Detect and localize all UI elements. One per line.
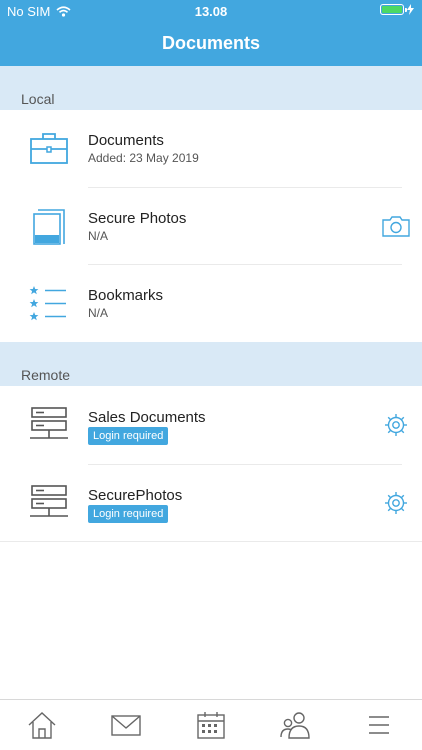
login-required-badge: Login required <box>88 427 169 445</box>
contacts-icon[interactable] <box>280 710 310 740</box>
section-header-local: Local <box>0 66 422 110</box>
list-item-secure-photos[interactable]: Secure Photos N/A <box>0 188 422 265</box>
login-required-badge: Login required <box>88 505 169 523</box>
list-end-divider <box>0 541 422 542</box>
item-name: Documents <box>88 132 164 149</box>
camera-icon[interactable] <box>382 212 410 240</box>
item-name: SecurePhotos <box>88 487 183 504</box>
server-icon <box>30 485 68 517</box>
item-name: Bookmarks <box>88 287 164 304</box>
battery-indicator <box>380 4 414 15</box>
item-subtitle: N/A <box>88 306 109 320</box>
page-title: Documents <box>161 33 260 53</box>
navigation-header: No SIM 13.08 Documents <box>0 0 422 66</box>
section-label: Remote <box>21 367 71 383</box>
list-item-documents[interactable]: Documents Added: 23 May 2019 <box>0 110 422 187</box>
calendar-icon[interactable] <box>196 710 226 740</box>
status-bar: No SIM 13.08 <box>0 0 422 22</box>
menu-icon[interactable] <box>364 710 394 740</box>
tab-bar <box>0 699 422 750</box>
item-subtitle: Added: 23 May 2019 <box>88 151 199 165</box>
home-icon[interactable] <box>27 710 57 740</box>
section-header-remote: Remote <box>0 342 422 386</box>
list-item-sales-documents[interactable]: Sales Documents Login required <box>0 387 422 464</box>
item-name: Sales Documents <box>88 409 206 426</box>
item-subtitle: N/A <box>88 229 109 243</box>
battery-icon <box>380 4 407 15</box>
section-label: Local <box>21 91 55 107</box>
briefcase-icon <box>30 133 68 164</box>
gear-icon[interactable] <box>382 489 410 517</box>
list-item-bookmarks[interactable]: Bookmarks N/A <box>0 265 422 342</box>
server-icon <box>30 407 68 439</box>
photos-icon <box>33 209 65 245</box>
list-item-securephotos-remote[interactable]: SecurePhotos Login required <box>0 465 422 542</box>
gear-icon[interactable] <box>382 411 410 439</box>
mail-icon[interactable] <box>111 710 141 740</box>
bookmarks-icon <box>29 286 66 321</box>
item-name: Secure Photos <box>88 210 187 227</box>
clock: 13.08 <box>194 4 228 19</box>
charging-bolt-icon <box>407 4 414 15</box>
